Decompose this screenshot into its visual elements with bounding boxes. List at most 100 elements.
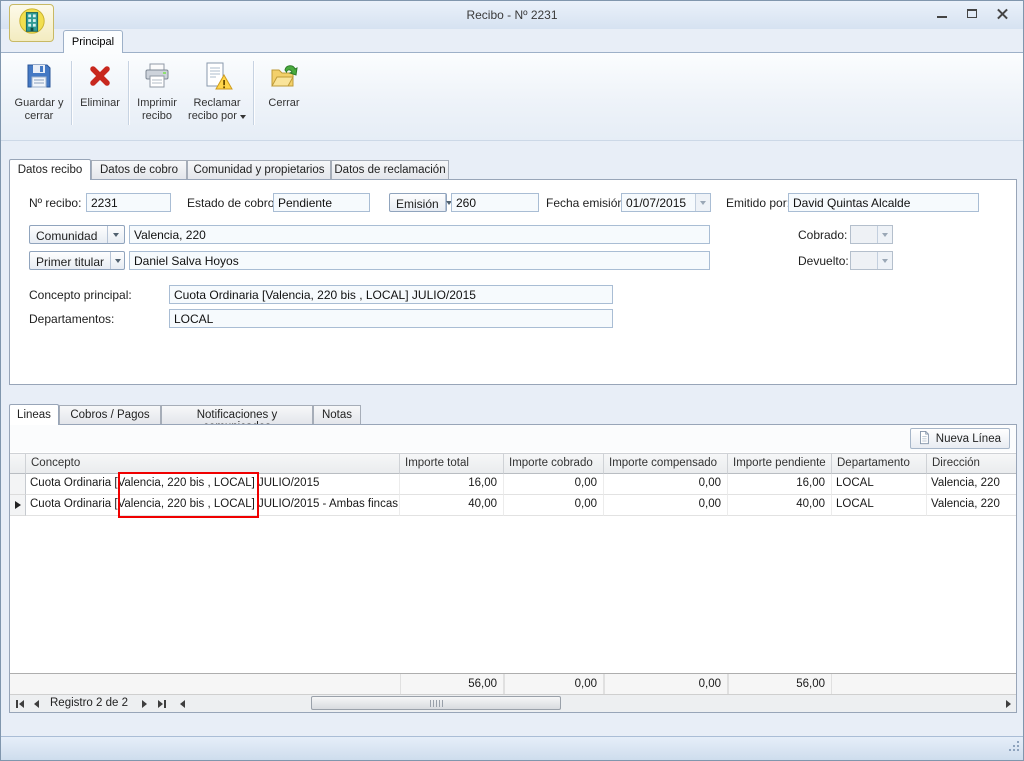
cell-direccion[interactable]: Valencia, 220 (927, 474, 1016, 495)
num-recibo-label: Nº recibo: (29, 196, 81, 210)
column-header-importe-cobrado[interactable]: Importe cobrado (504, 453, 604, 474)
scroll-left-button[interactable] (180, 698, 185, 709)
cell-importe-pendiente[interactable]: 16,00 (728, 474, 832, 495)
cell-departamento[interactable]: LOCAL (832, 495, 927, 516)
delete-label: Eliminar (80, 97, 120, 110)
new-document-icon (917, 430, 931, 448)
minimize-button[interactable] (934, 6, 951, 22)
tab-cobros-pagos[interactable]: Cobros / Pagos (59, 405, 161, 425)
emitido-por-field[interactable]: David Quintas Alcalde (788, 193, 979, 212)
primer-titular-field[interactable]: Daniel Salva Hoyos (129, 251, 710, 270)
departamentos-label: Departamentos: (29, 312, 114, 326)
cell-importe-cobrado[interactable]: 0,00 (504, 474, 604, 495)
thumb-grip-icon (430, 700, 443, 707)
close-form-button[interactable]: Cerrar (258, 57, 310, 135)
print-receipt-button[interactable]: Imprimir recibo (132, 57, 182, 135)
record-navigator: Registro 2 de 2 (10, 695, 1016, 712)
tab-datos-de-reclamacion[interactable]: Datos de reclamación (331, 160, 449, 180)
save-icon (23, 60, 55, 92)
tab-datos-de-cobro[interactable]: Datos de cobro (91, 160, 187, 180)
claim-document-warning-icon (201, 60, 233, 92)
record-position-label: Registro 2 de 2 (50, 697, 128, 709)
fecha-emision-label: Fecha emisión: (546, 196, 627, 210)
column-header-direccion[interactable]: Dirección (927, 453, 1016, 474)
primer-titular-button[interactable]: Primer titular (29, 251, 125, 270)
departamentos-field[interactable]: LOCAL (169, 309, 613, 328)
save-and-close-label: Guardar y cerrar (11, 97, 67, 123)
cell-departamento[interactable]: LOCAL (832, 474, 927, 495)
close-folder-arrow-icon (268, 60, 300, 92)
save-and-close-button[interactable]: Guardar y cerrar (11, 57, 67, 135)
comunidad-button[interactable]: Comunidad (29, 225, 125, 244)
ribbon-separator (128, 61, 130, 125)
dropdown-arrow-icon (882, 259, 888, 263)
date-dropdown-button[interactable] (695, 194, 710, 211)
claim-receipt-button[interactable]: Reclamar recibo por (184, 57, 250, 135)
tab-notificaciones-y-comunicados[interactable]: Notificaciones y comunicados (161, 405, 313, 425)
previous-record-button[interactable] (34, 698, 39, 709)
nueva-linea-button[interactable]: Nueva Línea (910, 428, 1010, 449)
primer-titular-button-label: Primer titular (30, 252, 110, 269)
row-indicator (10, 495, 26, 516)
devuelto-dropdown[interactable] (877, 252, 892, 269)
concepto-principal-field[interactable]: Cuota Ordinaria [Valencia, 220 bis , LOC… (169, 285, 613, 304)
column-header-concepto[interactable]: Concepto (26, 453, 400, 474)
ribbon: Guardar y cerrar Eliminar Imprimir recib… (1, 52, 1023, 141)
dropdown-arrow-icon (113, 233, 119, 237)
cell-importe-total[interactable]: 16,00 (400, 474, 504, 495)
cell-direccion[interactable]: Valencia, 220 (927, 495, 1016, 516)
tab-datos-recibo[interactable]: Datos recibo (9, 159, 91, 180)
emision-number-field[interactable]: 260 (451, 193, 539, 212)
cell-importe-cobrado[interactable]: 0,00 (504, 495, 604, 516)
scroll-right-button[interactable] (1006, 698, 1011, 709)
cobrado-dropdown[interactable] (877, 226, 892, 243)
close-form-label: Cerrar (268, 97, 299, 110)
cell-importe-compensado[interactable]: 0,00 (604, 474, 728, 495)
lines-toolbar: Nueva Línea (10, 425, 1016, 452)
devuelto-combo[interactable] (850, 251, 893, 270)
restore-button[interactable] (964, 6, 981, 22)
num-recibo-field[interactable]: 2231 (86, 193, 171, 212)
cobrado-label: Cobrado: (798, 228, 847, 242)
tab-notas[interactable]: Notas (313, 405, 361, 425)
column-header-departamento[interactable]: Departamento (832, 453, 927, 474)
cell-importe-total[interactable]: 40,00 (400, 495, 504, 516)
dropdown-arrow-icon (115, 259, 121, 263)
current-row-arrow-icon (15, 501, 21, 509)
comunidad-field[interactable]: Valencia, 220 (129, 225, 710, 244)
delete-button[interactable]: Eliminar (75, 57, 125, 135)
summary-row: 56,00 0,00 0,00 56,00 (10, 673, 1016, 695)
next-record-button[interactable] (142, 698, 147, 709)
receipt-data-panel: Nº recibo: 2231 Estado de cobro: Pendien… (9, 179, 1017, 385)
cell-importe-pendiente[interactable]: 40,00 (728, 495, 832, 516)
minimize-icon (937, 16, 947, 18)
cobrado-combo[interactable] (850, 225, 893, 244)
last-record-button[interactable] (158, 698, 166, 709)
ribbon-tab-principal[interactable]: Principal (63, 30, 123, 53)
horizontal-scrollbar-thumb[interactable] (311, 696, 561, 710)
application-window: Recibo - Nº 2231 Principal Guardar y cer… (0, 0, 1024, 761)
emision-combo[interactable]: Emisión (389, 193, 447, 212)
column-header-importe-pendiente[interactable]: Importe pendiente (728, 453, 832, 474)
cell-importe-compensado[interactable]: 0,00 (604, 495, 728, 516)
title-bar[interactable]: Recibo - Nº 2231 (1, 1, 1023, 29)
tab-comunidad-y-propietarios[interactable]: Comunidad y propietarios (187, 160, 331, 180)
close-button[interactable] (994, 6, 1011, 22)
column-header-importe-total[interactable]: Importe total (400, 453, 504, 474)
resize-grip-icon[interactable] (1007, 739, 1021, 758)
tab-lineas[interactable]: Lineas (9, 404, 59, 425)
primer-titular-dropdown[interactable] (110, 252, 124, 269)
summary-importe-cobrado: 0,00 (504, 674, 604, 694)
comunidad-dropdown[interactable] (107, 226, 124, 243)
concepto-principal-label: Concepto principal: (29, 288, 132, 302)
column-header-importe-compensado[interactable]: Importe compensado (604, 453, 728, 474)
app-menu-button[interactable] (9, 4, 54, 42)
first-record-button[interactable] (16, 698, 24, 709)
nueva-linea-label: Nueva Línea (936, 433, 1001, 445)
comunidad-button-label: Comunidad (30, 226, 107, 243)
claim-receipt-label: Reclamar recibo por (184, 97, 250, 123)
estado-cobro-field[interactable]: Pendiente (273, 193, 370, 212)
fecha-emision-field[interactable]: 01/07/2015 (621, 193, 711, 212)
emitido-por-label: Emitido por: (726, 196, 790, 210)
emision-combo-label: Emisión (390, 194, 445, 211)
